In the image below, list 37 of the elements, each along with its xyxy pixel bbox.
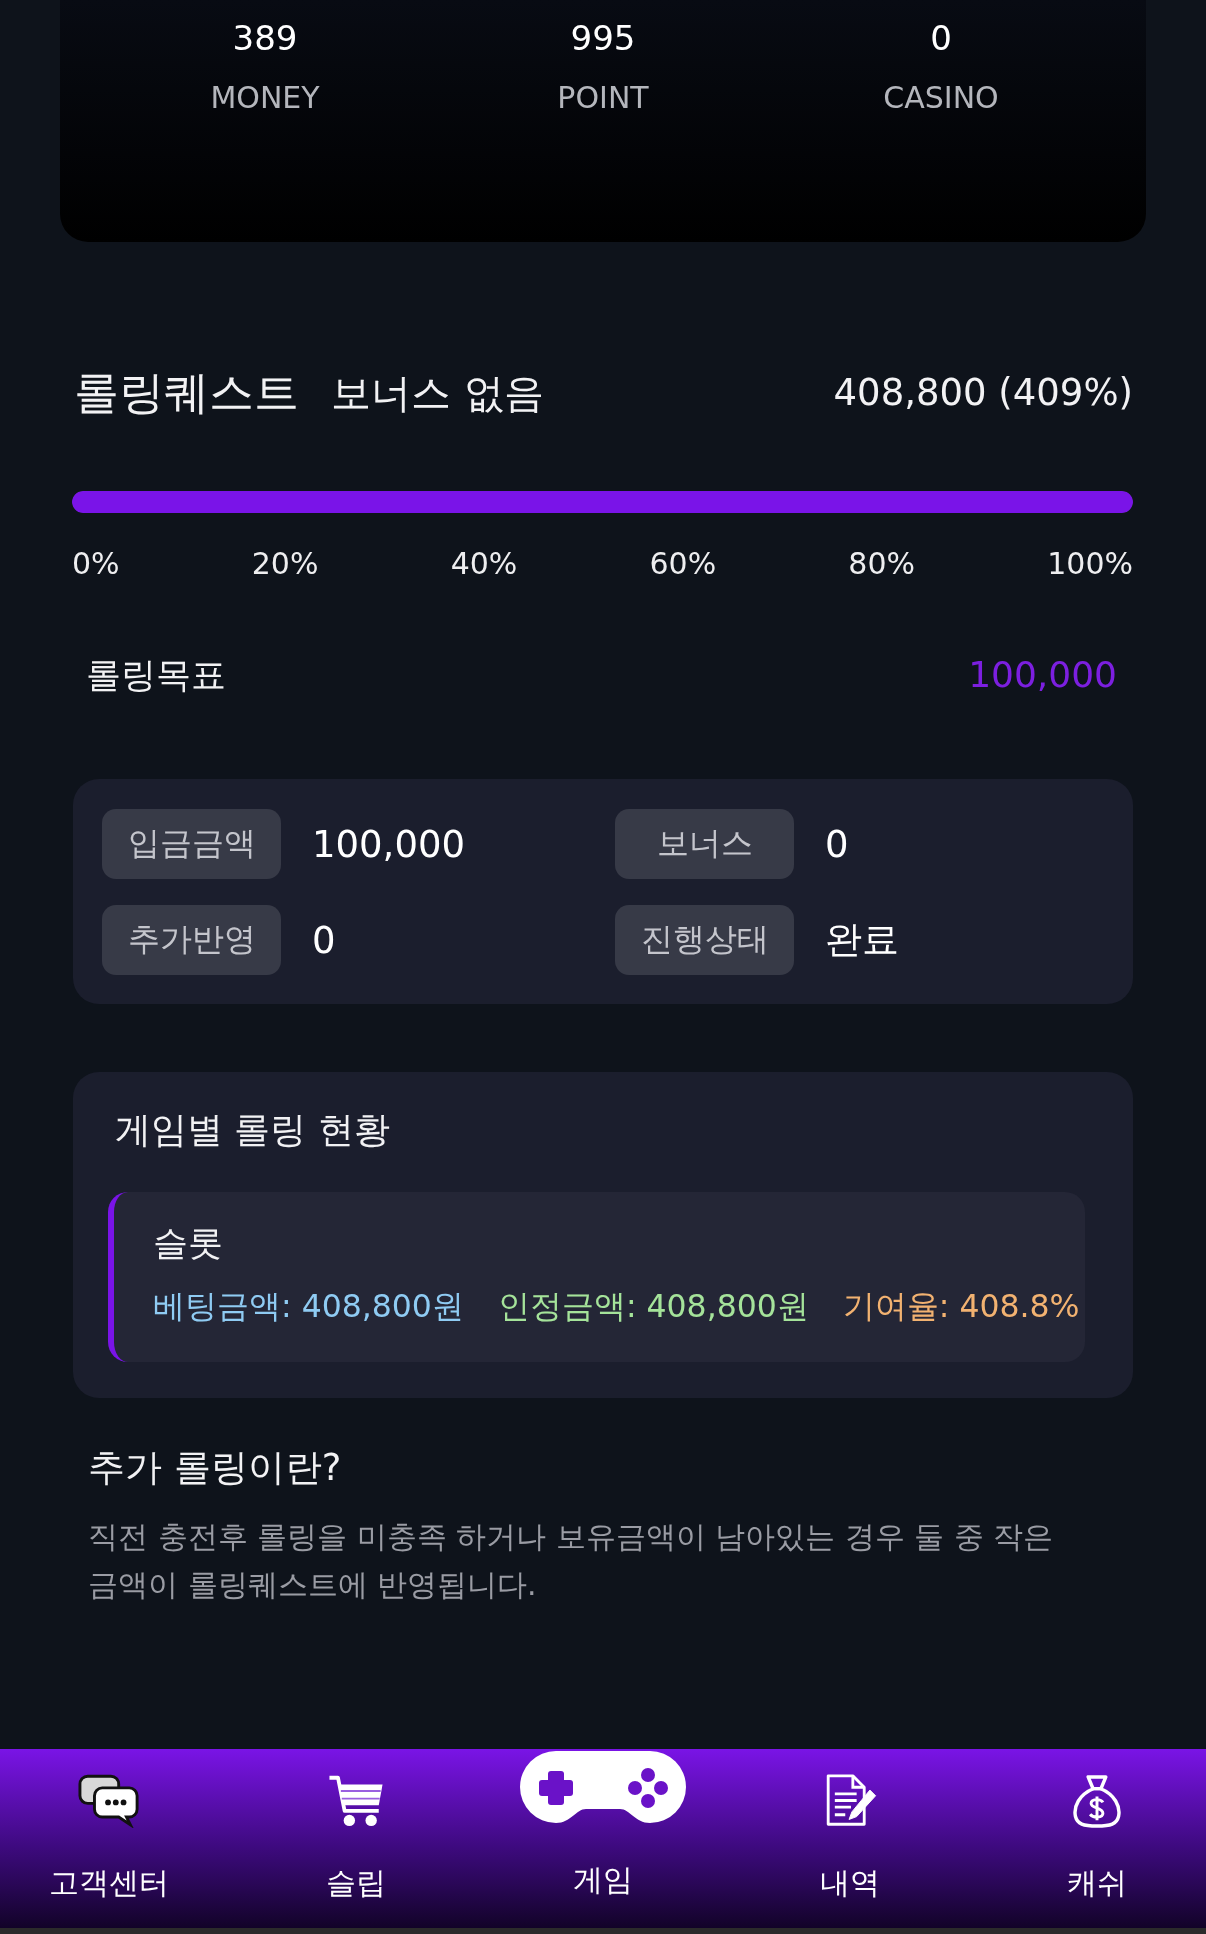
stat-label: CASINO [883, 79, 999, 117]
info-text: 직전 충전후 롤링을 미충족 하거나 보유금액이 남아있는 경우 둘 중 작은 금액이 롤링퀘스트에 반영됩니다. [88, 1518, 1055, 1604]
nav-tab[interactable]: 내역 [741, 1749, 959, 1928]
info-title: 추가 롤링이란? [88, 1445, 342, 1491]
stat-label: POINT [557, 79, 649, 117]
section-title: 게임별 롤링 현황 [115, 1108, 390, 1152]
detail-value: 100,000 [312, 822, 465, 866]
scale-label: 80% [848, 545, 916, 583]
quest-title: 롤링퀘스트 [74, 365, 299, 421]
detail-value: 완료 [825, 917, 899, 963]
game-stat: 베팅금액: 408,800원 [153, 1287, 464, 1326]
scale-label: 100% [1047, 545, 1133, 583]
scale-label: 0% [72, 545, 120, 583]
game-stat: 기여율: 408.8% [842, 1287, 1080, 1326]
scale-label: 60% [649, 545, 717, 583]
scale-label: 40% [450, 545, 518, 583]
nav-tab[interactable]: 게임 [494, 1749, 712, 1928]
target-value: 100,000 [968, 653, 1117, 697]
bonus-status: 보너스 없음 [331, 369, 544, 418]
stat-value: 995 [570, 17, 636, 60]
nav-tab[interactable]: 고객센터 [0, 1749, 218, 1928]
nav-tab[interactable]: 슬립 [247, 1749, 465, 1928]
stat-label: MONEY [210, 79, 320, 117]
game-name: 슬롯 [153, 1222, 223, 1265]
detail-label: 추가반영 [102, 905, 281, 975]
detail-value: 0 [312, 918, 336, 962]
detail-label: 보너스 [615, 809, 794, 879]
rolling-amount: 408,800 (409%) [833, 370, 1133, 416]
detail-label: 진행상태 [615, 905, 794, 975]
nav-tab[interactable]: 캐쉬 [988, 1749, 1206, 1928]
game-stat: 인정금액: 408,800원 [497, 1287, 809, 1326]
detail-label: 입금금액 [102, 809, 281, 879]
stat-value: 389 [232, 17, 298, 60]
stat-value: 0 [930, 17, 952, 60]
detail-value: 0 [825, 822, 849, 866]
scale-label: 20% [251, 545, 319, 583]
target-label: 롤링목표 [86, 654, 226, 697]
